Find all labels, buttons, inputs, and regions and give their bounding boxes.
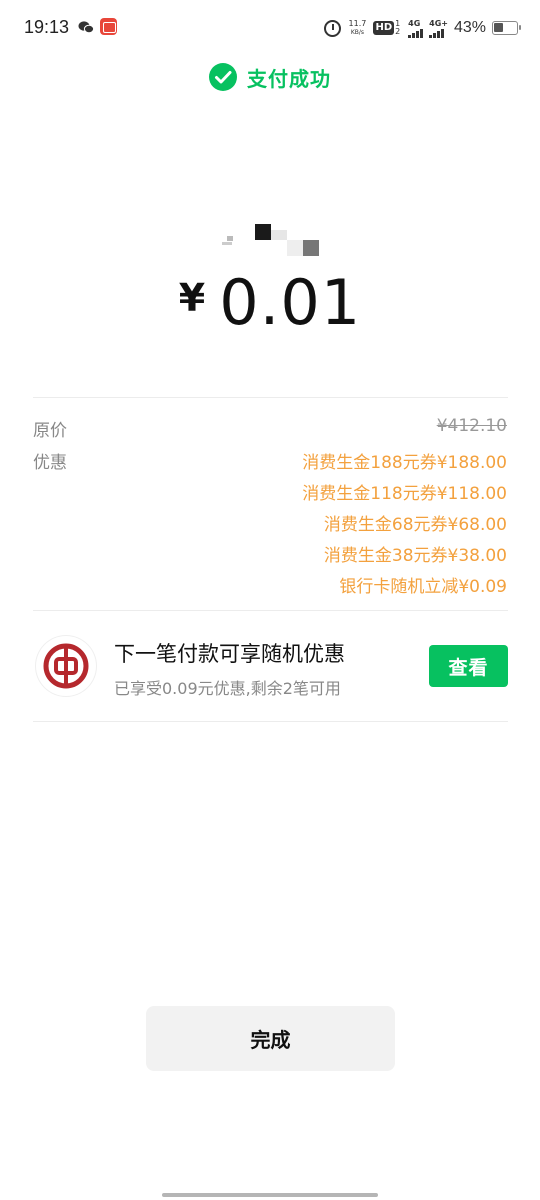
done-button[interactable]: 完成 (146, 1006, 395, 1071)
original-price-label: 原价 (33, 421, 67, 441)
merchant-name-redacted (222, 222, 322, 258)
battery-icon (492, 21, 521, 35)
bank-of-china-logo-icon (36, 636, 96, 696)
discount-item: 消费生金38元券¥38.00 (323, 546, 507, 566)
signal-bars-icon (429, 28, 445, 38)
status-indicators: 11.7 KB/s HD 1 2 4G 4G+ 43% (324, 14, 521, 42)
battery-percent: 43% (453, 19, 486, 36)
bank-of-china-icon (43, 643, 89, 689)
divider (33, 721, 508, 722)
status-bar: 19:13 11.7 KB/s HD 1 2 4G 4G+ 43% (0, 0, 540, 56)
divider (33, 397, 508, 398)
amount-value: 0.01 (219, 265, 362, 339)
app-notification-icon (100, 18, 117, 35)
success-check-icon (209, 63, 237, 91)
wechat-notification-icon (78, 21, 94, 34)
hd-voice-sub: 1 2 (395, 19, 401, 36)
discount-item: 消费生金118元券¥118.00 (302, 484, 507, 504)
payment-amount: ¥ 0.01 (0, 262, 540, 342)
signal-bars-icon (408, 28, 424, 38)
home-indicator[interactable] (162, 1193, 378, 1197)
network-speed: 11.7 KB/s (347, 19, 367, 37)
network-speed-value: 11.7 (348, 19, 367, 28)
promo-title: 下一笔付款可享随机优惠 (114, 642, 345, 666)
signal-sim1-label: 4G (408, 18, 421, 28)
divider (33, 610, 508, 611)
status-time: 19:13 (24, 17, 70, 37)
original-price-value: ¥412.10 (436, 416, 507, 436)
alarm-icon (324, 19, 342, 37)
view-promo-button[interactable]: 查看 (429, 645, 508, 687)
promo-subtitle: 已享受0.09元优惠,剩余2笔可用 (114, 679, 341, 698)
page-title: 支付成功 (247, 66, 331, 91)
discount-item: 银行卡随机立减¥0.09 (339, 577, 507, 597)
discount-item: 消费生金68元券¥68.00 (323, 515, 507, 535)
payment-success-header: 支付成功 (0, 60, 540, 94)
network-speed-unit: KB/s (350, 29, 365, 36)
signal-sim2-label: 4G+ (429, 18, 448, 28)
discount-label: 优惠 (33, 453, 67, 473)
signal-sim2: 4G+ (429, 19, 448, 38)
signal-sim1: 4G (408, 18, 424, 38)
hd-voice-icon: HD (373, 21, 395, 35)
discount-item: 消费生金188元券¥188.00 (302, 453, 507, 473)
currency-symbol: ¥ (178, 276, 206, 320)
